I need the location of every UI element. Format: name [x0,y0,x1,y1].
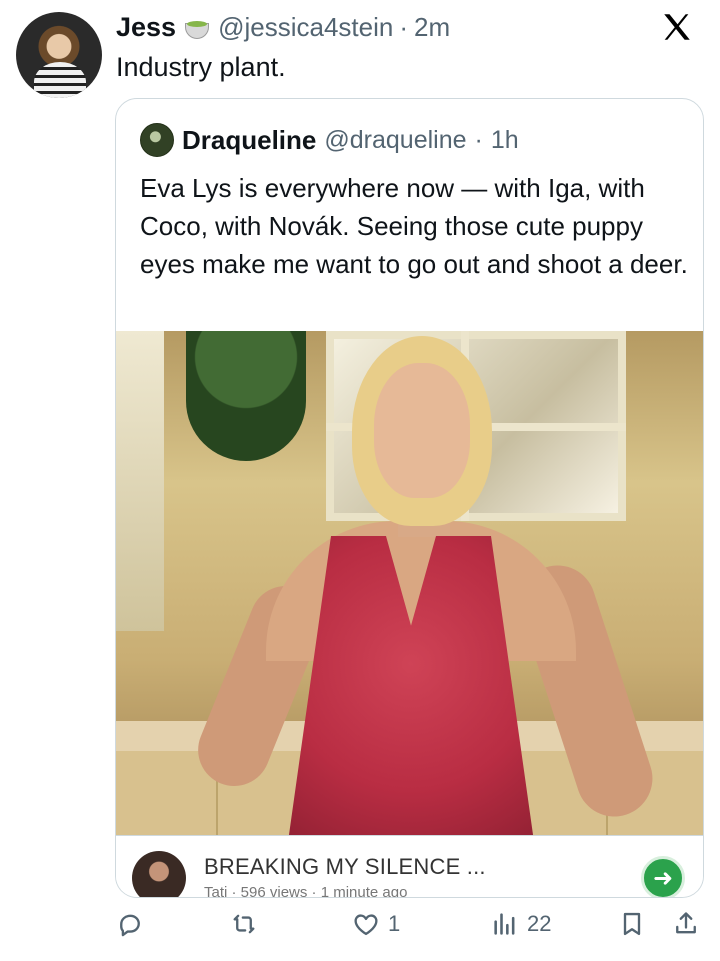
views-count: 22 [527,911,552,936]
person-face [374,363,470,498]
video-meta: Tati · 596 views · 1 minute ago [204,884,408,898]
video-title[interactable]: BREAKING MY SILENCE ... [204,854,486,880]
retweet-button[interactable] [230,910,258,938]
retweet-icon [233,914,255,934]
quoted-author-handle[interactable]: @draqueline [324,126,466,155]
tweet-text: Industry plant. [116,52,286,82]
quoted-tweet-time[interactable]: 1h [491,126,519,155]
embedded-video-card[interactable]: BREAKING MY SILENCE ... Tati · 596 views… [116,835,703,898]
like-button[interactable]: 1 [352,910,400,938]
kitchen-window-left [116,331,164,631]
tweet-actions: 1 22 [116,900,706,954]
reply-button[interactable] [116,910,144,938]
share-button[interactable] [672,910,700,938]
video-thumbnail[interactable] [132,851,186,897]
quoted-tweet-card[interactable]: Draqueline @draqueline · 1h Eva Lys is e… [115,98,704,898]
views-icon [494,913,515,935]
author-handle[interactable]: @jessica4stein [218,12,393,43]
bookmark-button[interactable] [618,910,646,938]
teacup-icon [182,13,212,41]
avatar-jess[interactable] [16,12,102,98]
views-button[interactable]: 22 [491,910,551,938]
quoted-tweet-text: Eva Lys is everywhere now — with Iga, wi… [140,173,688,279]
tweet-header: Jess @jessica4stein · 2m [116,10,660,44]
quoted-tweet-header: Draqueline @draqueline · 1h [140,123,519,157]
separator-dot: · [399,11,408,42]
hanging-plant [186,331,306,461]
tweet-time[interactable]: 2m [414,12,450,43]
share-arrow-icon[interactable]: ➜ [641,856,685,897]
heart-icon [354,914,378,936]
avatar-draqueline[interactable] [140,123,174,157]
x-logo-icon[interactable] [660,10,694,44]
share-icon [676,912,696,934]
quoted-author-name[interactable]: Draqueline [182,125,316,156]
bookmark-icon [623,912,641,936]
quoted-tweet-media-image[interactable] [116,331,703,835]
like-count: 1 [388,911,401,936]
reply-icon [120,914,140,937]
quoted-separator-dot: · [474,125,483,154]
author-name[interactable]: Jess [116,12,176,43]
